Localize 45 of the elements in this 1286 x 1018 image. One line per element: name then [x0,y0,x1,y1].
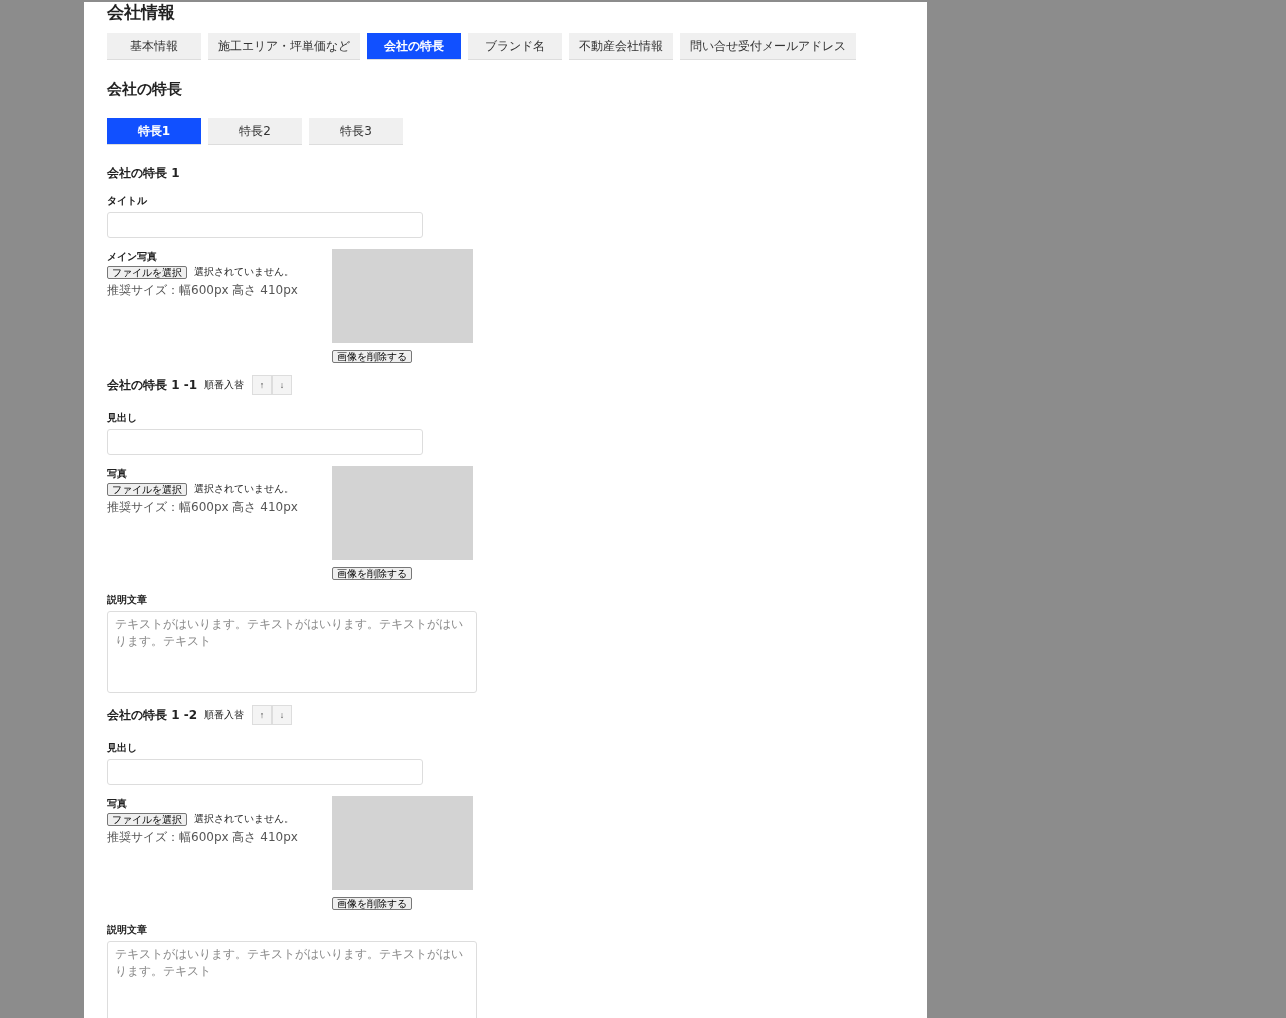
description-field[interactable]: テキストがはいります。テキストがはいります。テキストがはいります。テキスト [107,611,477,693]
delete-image-button[interactable]: 画像を削除する [332,350,412,363]
tab[interactable]: 特長3 [309,118,403,144]
tab[interactable]: 基本情報 [107,33,201,59]
move-down-button[interactable]: ↓ [272,375,293,395]
delete-image-button[interactable]: 画像を削除する [332,897,412,910]
tab[interactable]: 特長1 [107,118,201,144]
tab[interactable]: 施工エリア・坪単価など [208,33,360,59]
tab[interactable]: 会社の特長 [367,33,461,59]
field-label: メイン写真 [107,251,158,263]
field-label: 写真 [107,798,128,810]
choose-file-button[interactable]: ファイルを選択 [107,812,187,826]
file-status: 選択されていません。 [194,265,294,279]
field-label: 写真 [107,468,128,480]
file-status: 選択されていません。 [194,812,294,826]
size-hint: 推奨サイズ：幅600px 高さ 410px [107,499,299,516]
heading-field[interactable] [107,759,423,785]
field-label: 説明文章 [107,594,148,606]
feature-heading: 会社の特長 1 [107,165,181,181]
move-up-button[interactable]: ↑ [252,375,273,395]
field-label: 見出し [107,412,138,424]
choose-file-button[interactable]: ファイルを選択 [107,265,187,279]
field-label: 説明文章 [107,924,148,936]
tab[interactable]: ブランド名 [468,33,562,59]
delete-image-button[interactable]: 画像を削除する [332,567,412,580]
item-heading: 会社の特長 1 -2 [107,707,198,723]
tab[interactable]: 不動産会社情報 [569,33,673,59]
title-field[interactable] [107,212,423,238]
file-status: 選択されていません。 [194,482,294,496]
tab[interactable]: 特長2 [208,118,302,144]
move-down-button[interactable]: ↓ [272,705,293,725]
size-hint: 推奨サイズ：幅600px 高さ 410px [107,829,299,846]
size-hint: 推奨サイズ：幅600px 高さ 410px [107,282,299,299]
page-title: 会社情報 [107,2,176,22]
choose-file-button[interactable]: ファイルを選択 [107,482,187,496]
reorder-label: 順番入替 [204,378,245,392]
section-title: 会社の特長 [107,79,183,99]
item-heading: 会社の特長 1 -1 [107,377,198,393]
description-field[interactable]: テキストがはいります。テキストがはいります。テキストがはいります。テキスト [107,941,477,1018]
move-up-button[interactable]: ↑ [252,705,273,725]
heading-field[interactable] [107,429,423,455]
field-label: タイトル [107,195,148,207]
field-label: 見出し [107,742,138,754]
tab[interactable]: 問い合せ受付メールアドレス [680,33,856,59]
reorder-label: 順番入替 [204,708,245,722]
